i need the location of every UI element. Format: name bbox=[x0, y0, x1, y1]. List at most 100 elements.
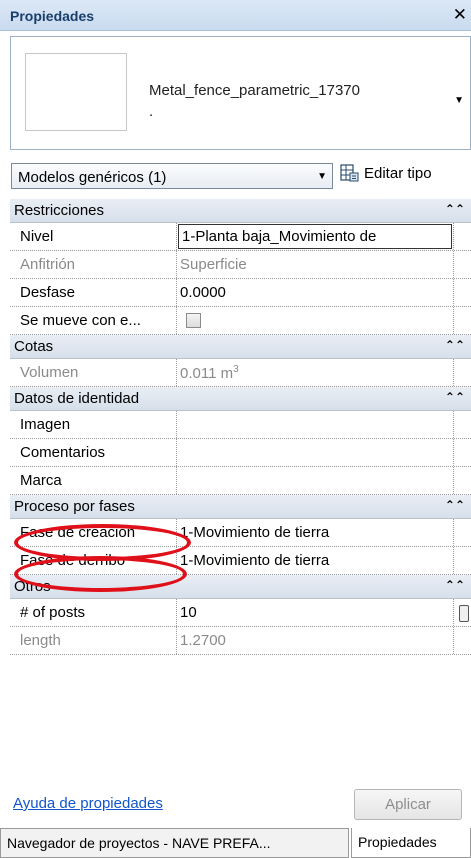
collapse-icon[interactable]: ⌃⌃ bbox=[445, 498, 465, 512]
apply-button-label: Aplicar bbox=[385, 796, 431, 813]
property-value: 1-Planta baja_Movimiento de bbox=[182, 228, 377, 245]
collapse-icon[interactable]: ⌃⌃ bbox=[445, 338, 465, 352]
column-divider bbox=[176, 467, 177, 494]
edit-type-button[interactable]: Editar tipo bbox=[340, 160, 468, 188]
property-row-volumen[interactable]: Volumen 0.011 m3 bbox=[10, 359, 471, 387]
property-value-with-unit: 0.011 m3 bbox=[180, 364, 239, 382]
category-filter-select[interactable]: Modelos genéricos (1) ▼ bbox=[11, 163, 333, 189]
property-value[interactable]: 1-Movimiento de tierra bbox=[180, 552, 329, 569]
panel-title-bar: Propiedades ✕ bbox=[0, 0, 471, 31]
type-selector[interactable]: Metal_fence_parametric_17370 . ▼ bbox=[10, 36, 471, 150]
property-grid: Restricciones ⌃⌃ Nivel 1-Planta baja_Mov… bbox=[10, 199, 471, 655]
column-divider bbox=[176, 251, 177, 278]
property-name: length bbox=[20, 632, 61, 649]
section-label: Restricciones bbox=[14, 202, 105, 219]
property-value: 1.2700 bbox=[180, 632, 226, 649]
column-divider bbox=[176, 359, 177, 386]
column-divider bbox=[453, 251, 454, 278]
filter-bar: Modelos genéricos (1) ▼ Editar tipo bbox=[10, 157, 471, 193]
section-label: Datos de identidad bbox=[14, 390, 140, 407]
section-cotas[interactable]: Cotas ⌃⌃ bbox=[10, 335, 471, 359]
property-name: Volumen bbox=[20, 364, 79, 381]
tab-label: Propiedades bbox=[358, 834, 437, 850]
tab-label: Navegador de proyectos - NAVE PREFA... bbox=[7, 835, 271, 851]
property-row-length[interactable]: length 1.2700 bbox=[10, 627, 471, 655]
property-value[interactable]: 0.0000 bbox=[180, 284, 226, 301]
column-divider bbox=[453, 439, 454, 466]
column-divider bbox=[453, 411, 454, 438]
property-value: Superficie bbox=[180, 256, 247, 273]
property-row-imagen[interactable]: Imagen bbox=[10, 411, 471, 439]
column-divider bbox=[176, 223, 177, 250]
tab-properties[interactable]: Propiedades bbox=[351, 828, 471, 858]
type-name-suffix: . bbox=[149, 103, 154, 120]
property-row-posts[interactable]: # of posts 10 bbox=[10, 599, 471, 627]
tab-project-browser[interactable]: Navegador de proyectos - NAVE PREFA... bbox=[0, 828, 349, 858]
chevron-down-icon: ▼ bbox=[317, 171, 327, 182]
property-row-comentarios[interactable]: Comentarios bbox=[10, 439, 471, 467]
property-row-desfase[interactable]: Desfase 0.0000 bbox=[10, 279, 471, 307]
collapse-icon[interactable]: ⌃⌃ bbox=[445, 390, 465, 404]
column-divider bbox=[453, 547, 454, 574]
type-name: Metal_fence_parametric_17370 bbox=[149, 82, 360, 99]
column-divider bbox=[176, 627, 177, 654]
section-label: Proceso por fases bbox=[14, 498, 135, 515]
help-link[interactable]: Ayuda de propiedades bbox=[13, 795, 163, 812]
column-divider bbox=[176, 307, 177, 334]
column-divider bbox=[176, 519, 177, 546]
property-name: Imagen bbox=[20, 416, 71, 433]
close-icon[interactable]: ✕ bbox=[453, 5, 467, 25]
edit-type-icon bbox=[340, 164, 359, 182]
property-value[interactable]: 1-Movimiento de tierra bbox=[180, 524, 329, 541]
section-restricciones[interactable]: Restricciones ⌃⌃ bbox=[10, 199, 471, 223]
column-divider bbox=[176, 599, 177, 626]
column-divider bbox=[176, 547, 177, 574]
column-divider bbox=[176, 411, 177, 438]
grid-empty-area bbox=[10, 670, 471, 786]
property-row-fase-derribo[interactable]: Fase de derribo 1-Movimiento de tierra bbox=[10, 547, 471, 575]
nivel-value-field[interactable]: 1-Planta baja_Movimiento de bbox=[178, 224, 452, 249]
property-name: Desfase bbox=[20, 284, 76, 301]
property-name: Nivel bbox=[20, 228, 54, 245]
property-row-se-mueve[interactable]: Se mueve con e... bbox=[10, 307, 471, 335]
type-preview-image bbox=[25, 53, 127, 131]
apply-button[interactable]: Aplicar bbox=[354, 789, 462, 820]
property-name: Fase de derribo bbox=[20, 552, 126, 569]
section-otros[interactable]: Otros ⌃⌃ bbox=[10, 575, 471, 599]
property-name: Marca bbox=[20, 472, 62, 489]
moves-with-checkbox[interactable] bbox=[186, 313, 201, 328]
section-identidad[interactable]: Datos de identidad ⌃⌃ bbox=[10, 387, 471, 411]
column-divider bbox=[453, 279, 454, 306]
column-divider bbox=[453, 467, 454, 494]
scrollbar-thumb[interactable] bbox=[459, 605, 469, 622]
column-divider bbox=[453, 519, 454, 546]
column-divider bbox=[453, 599, 454, 626]
edit-type-label: Editar tipo bbox=[364, 165, 432, 182]
property-row-nivel[interactable]: Nivel 1-Planta baja_Movimiento de bbox=[10, 223, 471, 251]
column-divider bbox=[453, 307, 454, 334]
panel-title: Propiedades bbox=[10, 8, 95, 24]
section-fases[interactable]: Proceso por fases ⌃⌃ bbox=[10, 495, 471, 519]
panel-tabs: Navegador de proyectos - NAVE PREFA... P… bbox=[0, 826, 471, 858]
property-name: Se mueve con e... bbox=[20, 312, 141, 329]
triangle-down-icon[interactable]: ▼ bbox=[454, 95, 464, 106]
collapse-icon[interactable]: ⌃⌃ bbox=[445, 202, 465, 216]
property-row-anfitrion[interactable]: Anfitrión Superficie bbox=[10, 251, 471, 279]
property-name: Fase de creación bbox=[20, 524, 136, 541]
category-filter-label: Modelos genéricos (1) bbox=[18, 169, 167, 186]
column-divider bbox=[453, 627, 454, 654]
property-value[interactable]: 10 bbox=[180, 604, 197, 621]
property-row-marca[interactable]: Marca bbox=[10, 467, 471, 495]
collapse-icon[interactable]: ⌃⌃ bbox=[445, 578, 465, 592]
property-name: # of posts bbox=[20, 604, 86, 621]
property-name: Anfitrión bbox=[20, 256, 76, 273]
column-divider bbox=[176, 439, 177, 466]
column-divider bbox=[453, 223, 454, 250]
section-label: Otros bbox=[14, 578, 51, 595]
unit-superscript: 3 bbox=[233, 364, 239, 375]
property-value: 0.011 m bbox=[180, 365, 234, 382]
property-row-fase-creacion[interactable]: Fase de creación 1-Movimiento de tierra bbox=[10, 519, 471, 547]
column-divider bbox=[176, 279, 177, 306]
section-label: Cotas bbox=[14, 338, 54, 355]
column-divider bbox=[453, 359, 454, 386]
